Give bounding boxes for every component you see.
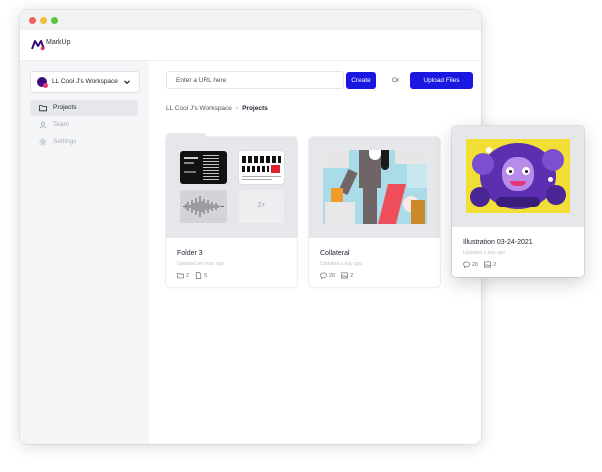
folder-tab bbox=[166, 133, 206, 141]
illustration-preview bbox=[452, 126, 584, 227]
folder-count: 2 bbox=[186, 272, 190, 279]
main-content: Create Or Upload Files LL Cool J's Works… bbox=[149, 61, 481, 444]
comment-icon bbox=[320, 272, 327, 279]
user-icon bbox=[39, 121, 47, 129]
file-count: 5 bbox=[204, 272, 208, 279]
folder-thumb-poster bbox=[239, 151, 284, 184]
sidebar-item-projects[interactable]: Projects bbox=[30, 100, 138, 116]
card-updated: Updated an hour ago bbox=[177, 261, 224, 267]
breadcrumb: LL Cool J's Workspace › Projects bbox=[166, 105, 268, 112]
card-meta: 20 2 bbox=[463, 261, 496, 268]
comment-count: 20 bbox=[472, 261, 479, 268]
project-card-folder[interactable]: 2+ Folder 3 Updated an hour ago 2 5 bbox=[166, 133, 297, 287]
url-input[interactable] bbox=[166, 71, 344, 89]
comment-count: 20 bbox=[329, 272, 336, 279]
sidebar-item-team[interactable]: Team bbox=[30, 117, 138, 133]
sidebar-item-label: Team bbox=[53, 121, 69, 128]
app-window: MarkUp LL Cool J's Workspace Projects Te… bbox=[20, 10, 481, 444]
card-updated: Updated a day ago bbox=[320, 261, 363, 267]
folder-icon bbox=[177, 272, 184, 279]
folder-icon bbox=[39, 105, 47, 112]
file-icon bbox=[196, 272, 202, 279]
card-title: Collateral bbox=[320, 250, 350, 257]
card-meta: 20 2 bbox=[320, 272, 353, 279]
image-count: 2 bbox=[350, 272, 354, 279]
illustration-artwork bbox=[466, 139, 570, 213]
breadcrumb-workspace[interactable]: LL Cool J's Workspace bbox=[166, 105, 232, 112]
card-meta: 2 5 bbox=[177, 272, 207, 279]
workspace-name: LL Cool J's Workspace bbox=[52, 78, 118, 85]
sidebar: LL Cool J's Workspace Projects Team Sett… bbox=[20, 61, 149, 444]
sidebar-item-label: Projects bbox=[53, 104, 77, 111]
maximize-window-button[interactable] bbox=[51, 17, 58, 24]
image-icon bbox=[341, 272, 348, 279]
image-count: 2 bbox=[493, 261, 497, 268]
app-header: MarkUp bbox=[20, 30, 481, 61]
card-title: Folder 3 bbox=[177, 250, 203, 257]
chevron-right-icon: › bbox=[235, 105, 239, 112]
folder-preview: 2+ bbox=[166, 137, 297, 238]
or-separator: Or bbox=[392, 77, 400, 84]
audio-waveform-icon bbox=[183, 196, 224, 217]
workspace-switcher[interactable]: LL Cool J's Workspace bbox=[30, 71, 140, 93]
app-name: MarkUp bbox=[46, 39, 71, 46]
chevron-down-icon bbox=[124, 80, 130, 85]
collateral-artwork bbox=[323, 150, 427, 224]
folder-more-count: 2+ bbox=[257, 202, 266, 209]
upload-files-button[interactable]: Upload Files bbox=[410, 72, 473, 89]
card-updated: Updated a day ago bbox=[463, 250, 506, 256]
close-window-button[interactable] bbox=[29, 17, 36, 24]
comment-icon bbox=[463, 261, 470, 268]
sidebar-item-settings[interactable]: Settings bbox=[30, 134, 138, 150]
breadcrumb-current: Projects bbox=[242, 105, 268, 112]
project-card-illustration[interactable]: Illustration 03-24-2021 Updated a day ag… bbox=[452, 126, 584, 277]
workspace-avatar bbox=[37, 77, 48, 88]
markup-logo-icon[interactable] bbox=[31, 38, 45, 52]
image-icon bbox=[484, 261, 491, 268]
folder-thumb-dark bbox=[180, 151, 227, 184]
folder-thumb-audio bbox=[180, 190, 227, 223]
minimize-window-button[interactable] bbox=[40, 17, 47, 24]
gear-icon bbox=[39, 138, 47, 146]
sidebar-item-label: Settings bbox=[53, 138, 77, 145]
folder-more-tile: 2+ bbox=[239, 190, 284, 223]
project-card-collateral[interactable]: Collateral Updated a day ago 20 2 bbox=[309, 137, 440, 287]
card-title: Illustration 03-24-2021 bbox=[463, 239, 533, 246]
create-button[interactable]: Create bbox=[346, 72, 376, 89]
window-titlebar bbox=[20, 10, 481, 30]
collateral-preview bbox=[309, 137, 440, 238]
